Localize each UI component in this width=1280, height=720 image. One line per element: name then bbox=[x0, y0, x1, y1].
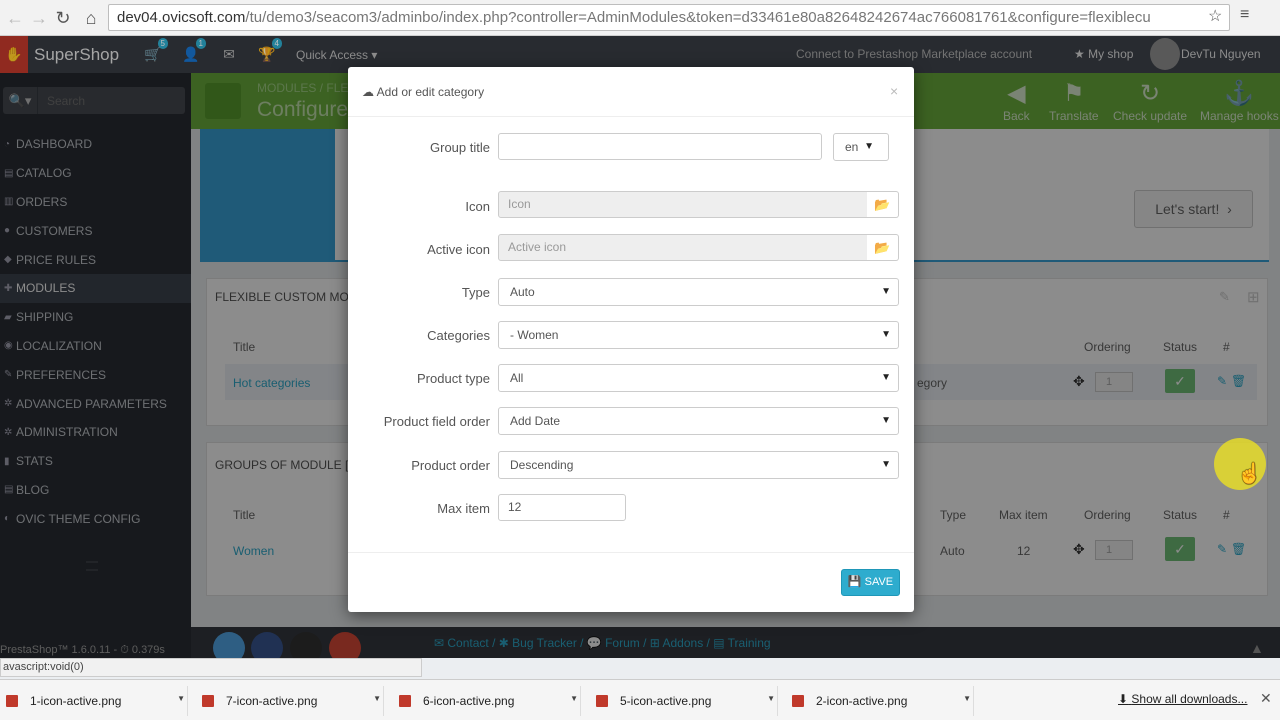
caret-down-icon: ▼ bbox=[881, 286, 891, 297]
forward-arrow-icon[interactable]: → bbox=[26, 5, 52, 31]
caret-down-icon[interactable]: ▼ bbox=[177, 694, 185, 703]
back-arrow-icon[interactable]: ← bbox=[2, 5, 28, 31]
show-all-label: Show all downloads... bbox=[1131, 692, 1248, 706]
language-value: en bbox=[845, 140, 859, 154]
download-arrow-icon: ⬇ bbox=[1118, 692, 1129, 706]
download-item[interactable]: 2-icon-active.png ▼ bbox=[786, 686, 974, 716]
address-bar[interactable]: dev04.ovicsoft.com/tu/demo3/seacom3/admi… bbox=[108, 4, 1230, 31]
close-icon[interactable]: ✕ bbox=[1260, 690, 1272, 707]
caret-down-icon[interactable]: ▼ bbox=[767, 694, 775, 703]
caret-down-icon: ▼ bbox=[881, 329, 891, 340]
product-order-value: Descending bbox=[510, 458, 574, 472]
url-host: dev04.ovicsoft.com bbox=[117, 9, 246, 26]
max-item-input[interactable]: 12 bbox=[498, 494, 626, 521]
caret-down-icon: ▼ bbox=[864, 141, 874, 152]
product-field-order-select[interactable]: Add Date ▼ bbox=[498, 407, 899, 435]
image-file-icon bbox=[6, 695, 18, 707]
home-icon[interactable]: ⌂ bbox=[78, 5, 104, 31]
type-select[interactable]: Auto ▼ bbox=[498, 278, 899, 306]
close-icon[interactable]: × bbox=[890, 83, 898, 99]
folder-open-icon[interactable]: 📂 bbox=[867, 191, 899, 218]
product-type-value: All bbox=[510, 371, 524, 385]
show-all-downloads-link[interactable]: ⬇ Show all downloads... bbox=[1118, 692, 1247, 706]
max-item-label: Max item bbox=[437, 501, 490, 516]
download-filename: 2-icon-active.png bbox=[816, 694, 908, 708]
download-filename: 1-icon-active.png bbox=[30, 694, 122, 708]
floppy-icon: 💾 bbox=[847, 576, 862, 588]
icon-input[interactable]: Icon bbox=[498, 191, 868, 218]
browser-status-bar: avascript:void(0) bbox=[0, 658, 422, 677]
product-order-select[interactable]: Descending ▼ bbox=[498, 451, 899, 479]
product-type-select[interactable]: All ▼ bbox=[498, 364, 899, 392]
caret-down-icon: ▼ bbox=[881, 415, 891, 426]
categories-select[interactable]: - Women ▼ bbox=[498, 321, 899, 349]
modal-header: ☁ Add or edit category × bbox=[348, 67, 914, 117]
product-type-label: Product type bbox=[417, 371, 490, 386]
reload-icon[interactable]: ↻ bbox=[50, 5, 76, 31]
url-path: /tu/demo3/seacom3/adminbo/index.php?cont… bbox=[245, 9, 1151, 26]
download-item[interactable]: 6-icon-active.png ▼ bbox=[393, 686, 581, 716]
active-icon-label: Active icon bbox=[427, 242, 490, 257]
image-file-icon bbox=[399, 695, 411, 707]
caret-down-icon: ▼ bbox=[881, 372, 891, 383]
active-icon-input[interactable]: Active icon bbox=[498, 234, 868, 261]
image-file-icon bbox=[792, 695, 804, 707]
download-filename: 5-icon-active.png bbox=[620, 694, 712, 708]
modal-footer-divider bbox=[348, 552, 914, 553]
modal-title: ☁ Add or edit category bbox=[362, 85, 484, 99]
categories-label: Categories bbox=[427, 328, 490, 343]
download-item[interactable]: 5-icon-active.png ▼ bbox=[590, 686, 778, 716]
image-file-icon bbox=[596, 695, 608, 707]
modal-title-text: Add or edit category bbox=[376, 85, 485, 99]
product-field-order-value: Add Date bbox=[510, 414, 561, 428]
download-filename: 7-icon-active.png bbox=[226, 694, 318, 708]
icon-label: Icon bbox=[465, 199, 490, 214]
language-select[interactable]: en ▼ bbox=[833, 133, 889, 161]
type-value: Auto bbox=[510, 285, 535, 299]
categories-value: - Women bbox=[510, 328, 559, 342]
group-title-label: Group title bbox=[430, 140, 490, 155]
type-label: Type bbox=[461, 285, 490, 300]
bookmark-star-icon[interactable]: ☆ bbox=[1208, 6, 1222, 26]
caret-down-icon: ▼ bbox=[881, 459, 891, 470]
chrome-menu-icon[interactable]: ≡ bbox=[1240, 6, 1249, 24]
folder-open-icon[interactable]: 📂 bbox=[867, 234, 899, 261]
product-order-label: Product order bbox=[411, 458, 490, 473]
product-field-order-label: Product field order bbox=[383, 414, 490, 429]
downloads-bar: 1-icon-active.png ▼ 7-icon-active.png ▼ 6-… bbox=[0, 679, 1280, 720]
image-file-icon bbox=[202, 695, 214, 707]
download-filename: 6-icon-active.png bbox=[423, 694, 515, 708]
save-button[interactable]: 💾 SAVE bbox=[841, 569, 900, 596]
download-item[interactable]: 1-icon-active.png ▼ bbox=[0, 686, 188, 716]
save-label: SAVE bbox=[864, 576, 894, 588]
caret-down-icon[interactable]: ▼ bbox=[373, 694, 381, 703]
caret-down-icon[interactable]: ▼ bbox=[963, 694, 971, 703]
hand-pointer-icon: ☝ bbox=[1237, 463, 1262, 485]
download-item[interactable]: 7-icon-active.png ▼ bbox=[196, 686, 384, 716]
category-modal: ☁ Add or edit category × Group title en ▼… bbox=[348, 67, 914, 612]
group-title-input[interactable] bbox=[498, 133, 822, 160]
cloud-icon: ☁ bbox=[362, 85, 374, 99]
caret-down-icon[interactable]: ▼ bbox=[570, 694, 578, 703]
